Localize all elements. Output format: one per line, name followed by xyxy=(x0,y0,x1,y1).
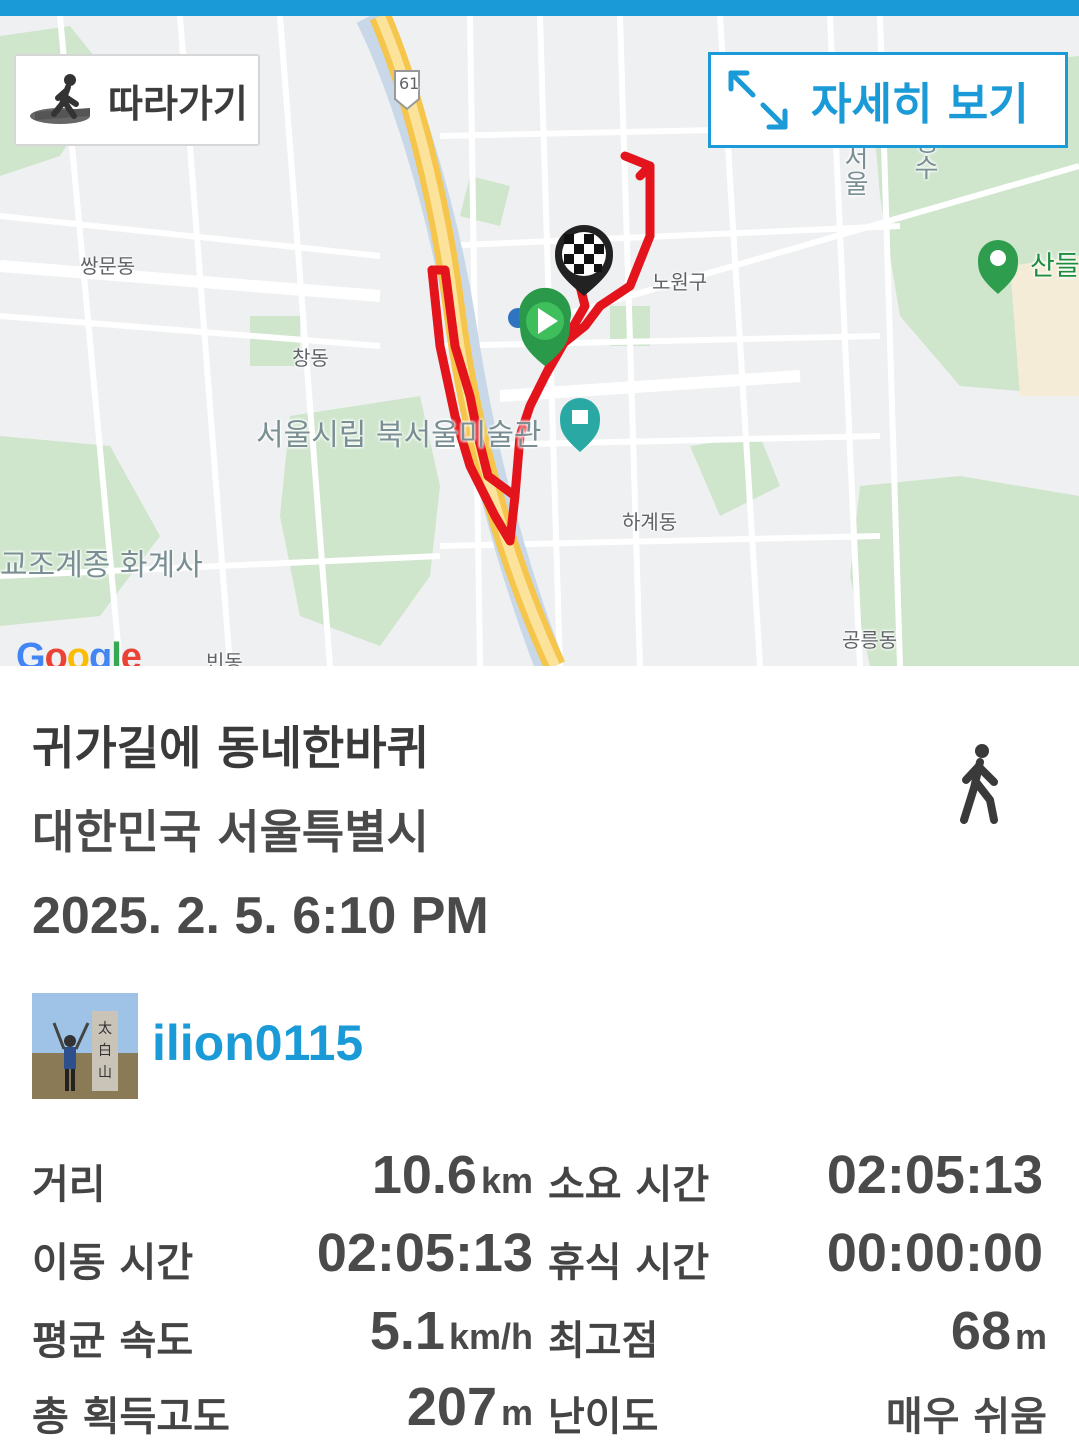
stat-label-difficulty: 난이도 xyxy=(548,1394,659,1440)
stat-label-rest: 휴식 시간 xyxy=(548,1240,710,1286)
map-label-nowon: 노원구 xyxy=(652,270,708,294)
view-detail-button[interactable]: 자세히 보기 xyxy=(708,52,1068,148)
stat-value-moving: 02:05:13 xyxy=(316,1223,533,1283)
username-link[interactable]: ilion0115 xyxy=(152,1014,363,1072)
expand-icon xyxy=(728,70,788,130)
stat-unit-distance: km xyxy=(480,1160,533,1201)
map-label-san: 산들 xyxy=(1030,251,1079,282)
stat-value-rest: 00:00:00 xyxy=(826,1223,1043,1283)
route-shield-label: 61 xyxy=(399,74,420,93)
follow-button[interactable]: 따라가기 xyxy=(14,54,260,146)
stat-value-max-alt: 68 m xyxy=(950,1301,1047,1361)
user-avatar[interactable]: 太 白 山 xyxy=(32,993,138,1099)
svg-text:山: 山 xyxy=(98,1065,112,1081)
follow-walker-icon xyxy=(30,74,90,124)
stat-value-difficulty: 매우 쉬움 xyxy=(885,1394,1047,1440)
map-label-hagye: 하계동 xyxy=(622,510,678,534)
stat-value-gain: 207 m xyxy=(406,1377,533,1437)
stat-unit-avg-speed: km/h xyxy=(448,1316,533,1357)
map-label-seoul-vertical: 서울 xyxy=(839,144,869,196)
stat-value-elapsed: 02:05:13 xyxy=(826,1145,1043,1205)
google-logo: Google xyxy=(16,636,142,666)
stat-label-elapsed: 소요 시간 xyxy=(548,1162,710,1208)
walking-icon xyxy=(960,744,998,824)
map-label-bin: 빈동 xyxy=(206,650,243,666)
top-accent-bar xyxy=(0,0,1079,16)
view-detail-label: 자세히 보기 xyxy=(811,79,1029,130)
svg-text:太: 太 xyxy=(98,1021,112,1037)
map-label-ssangmun: 쌍문동 xyxy=(80,254,136,278)
stat-value-avg-speed: 5.1 km/h xyxy=(369,1301,533,1361)
stat-label-moving: 이동 시간 xyxy=(32,1240,194,1286)
follow-button-label: 따라가기 xyxy=(108,81,248,126)
stat-unit-max-alt: m xyxy=(1014,1316,1047,1357)
stat-label-distance: 거리 xyxy=(32,1162,106,1208)
route-map[interactable]: 쌍문동 노원구 창동 서울시립 북서울미술관 하계동 교조계종 화계사 공릉동 … xyxy=(0,16,1079,666)
track-date: 2025. 2. 5. 6:10 PM xyxy=(32,887,489,945)
map-label-chang: 창동 xyxy=(292,346,329,370)
map-label-gongneung: 공릉동 xyxy=(842,628,898,652)
stat-value-distance: 10.6 km xyxy=(371,1145,533,1205)
stat-label-gain: 총 획득고도 xyxy=(32,1394,230,1440)
stat-unit-gain: m xyxy=(500,1392,533,1433)
stat-label-max-alt: 최고점 xyxy=(548,1318,659,1364)
map-label-museum: 서울시립 북서울미술관 xyxy=(256,418,542,453)
track-title: 귀가길에 동네한바퀴 xyxy=(32,721,429,775)
track-region: 대한민국 서울특별시 xyxy=(32,805,429,859)
svg-text:白: 白 xyxy=(98,1043,112,1059)
map-label-hwagyesa: 교조계종 화계사 xyxy=(0,548,203,583)
stat-label-avg-speed: 평균 속도 xyxy=(32,1318,194,1364)
